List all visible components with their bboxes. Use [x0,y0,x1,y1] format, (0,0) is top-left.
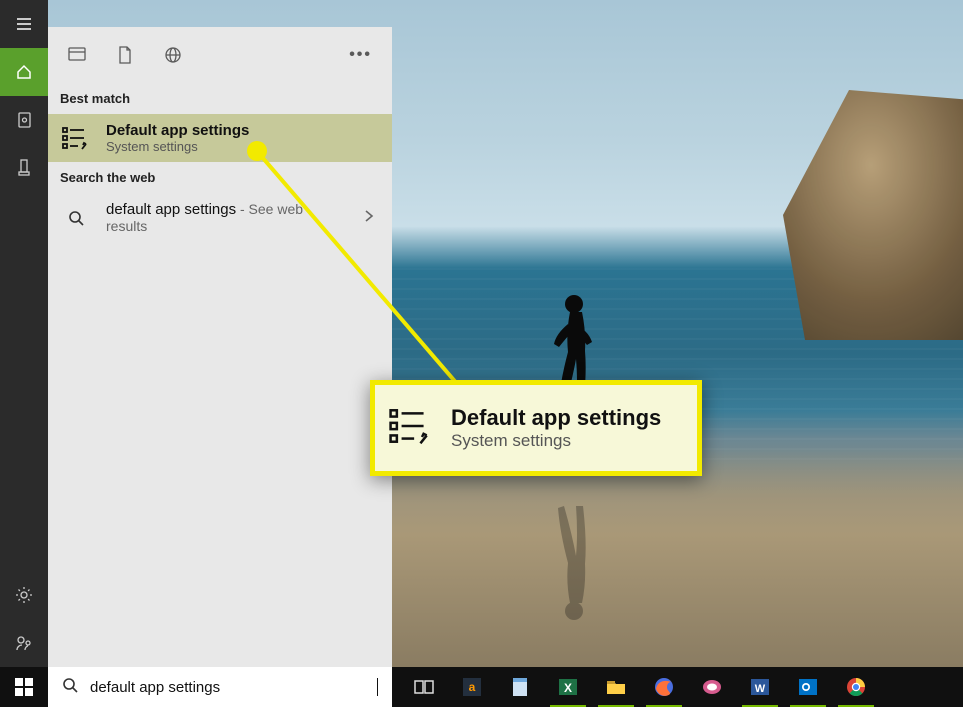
search-filter-toolbar: ••• [48,27,392,83]
home-icon[interactable] [0,48,48,96]
search-input[interactable] [90,679,364,696]
filter-more-icon[interactable]: ••• [349,46,372,64]
taskbar-file-explorer[interactable] [592,667,640,707]
feedback-icon[interactable] [0,619,48,667]
callout-title: Default app settings [451,405,661,431]
start-button[interactable] [0,667,48,707]
search-results-panel: ••• Best match Default app settings Syst… [48,27,392,667]
taskbar-outlook[interactable] [784,667,832,707]
svg-text:a: a [469,680,476,694]
search-icon [62,677,78,698]
best-match-result[interactable]: Default app settings System settings [48,114,392,162]
best-match-title: Default app settings [106,122,249,139]
wallpaper-runner-reflection [540,455,600,625]
best-match-subtitle: System settings [106,139,249,154]
taskbar-excel[interactable]: X [544,667,592,707]
svg-text:X: X [564,681,572,695]
default-apps-icon [389,407,433,450]
taskbar: a X W [0,667,963,707]
devices-icon[interactable] [0,144,48,192]
callout-subtitle: System settings [451,431,661,451]
taskbar-apps: a X W [400,667,880,707]
search-web-header: Search the web [48,162,392,193]
svg-text:W: W [755,683,766,695]
cortana-left-rail [0,0,48,667]
search-icon [60,210,92,226]
taskbar-notepad[interactable] [496,667,544,707]
taskbar-search-box[interactable] [48,667,392,707]
filter-apps-icon[interactable] [68,47,86,63]
menu-icon[interactable] [0,0,48,48]
best-match-header: Best match [48,83,392,114]
notebook-icon[interactable] [0,96,48,144]
web-result-query: default app settings [106,201,236,218]
web-result-text: default app settings - See web results [106,201,344,235]
filter-documents-icon[interactable] [118,46,132,64]
taskbar-word[interactable]: W [736,667,784,707]
taskbar-amazon[interactable]: a [448,667,496,707]
taskbar-task-view[interactable] [400,667,448,707]
annotation-callout: Default app settings System settings [370,380,702,476]
web-result-row[interactable]: default app settings - See web results [48,193,392,243]
taskbar-firefox[interactable] [640,667,688,707]
taskbar-chrome[interactable] [832,667,880,707]
taskbar-snip[interactable] [688,667,736,707]
filter-web-icon[interactable] [164,46,182,64]
default-apps-icon [60,126,92,150]
settings-gear-icon[interactable] [0,571,48,619]
text-caret [377,678,378,696]
chevron-right-icon[interactable] [358,209,380,228]
